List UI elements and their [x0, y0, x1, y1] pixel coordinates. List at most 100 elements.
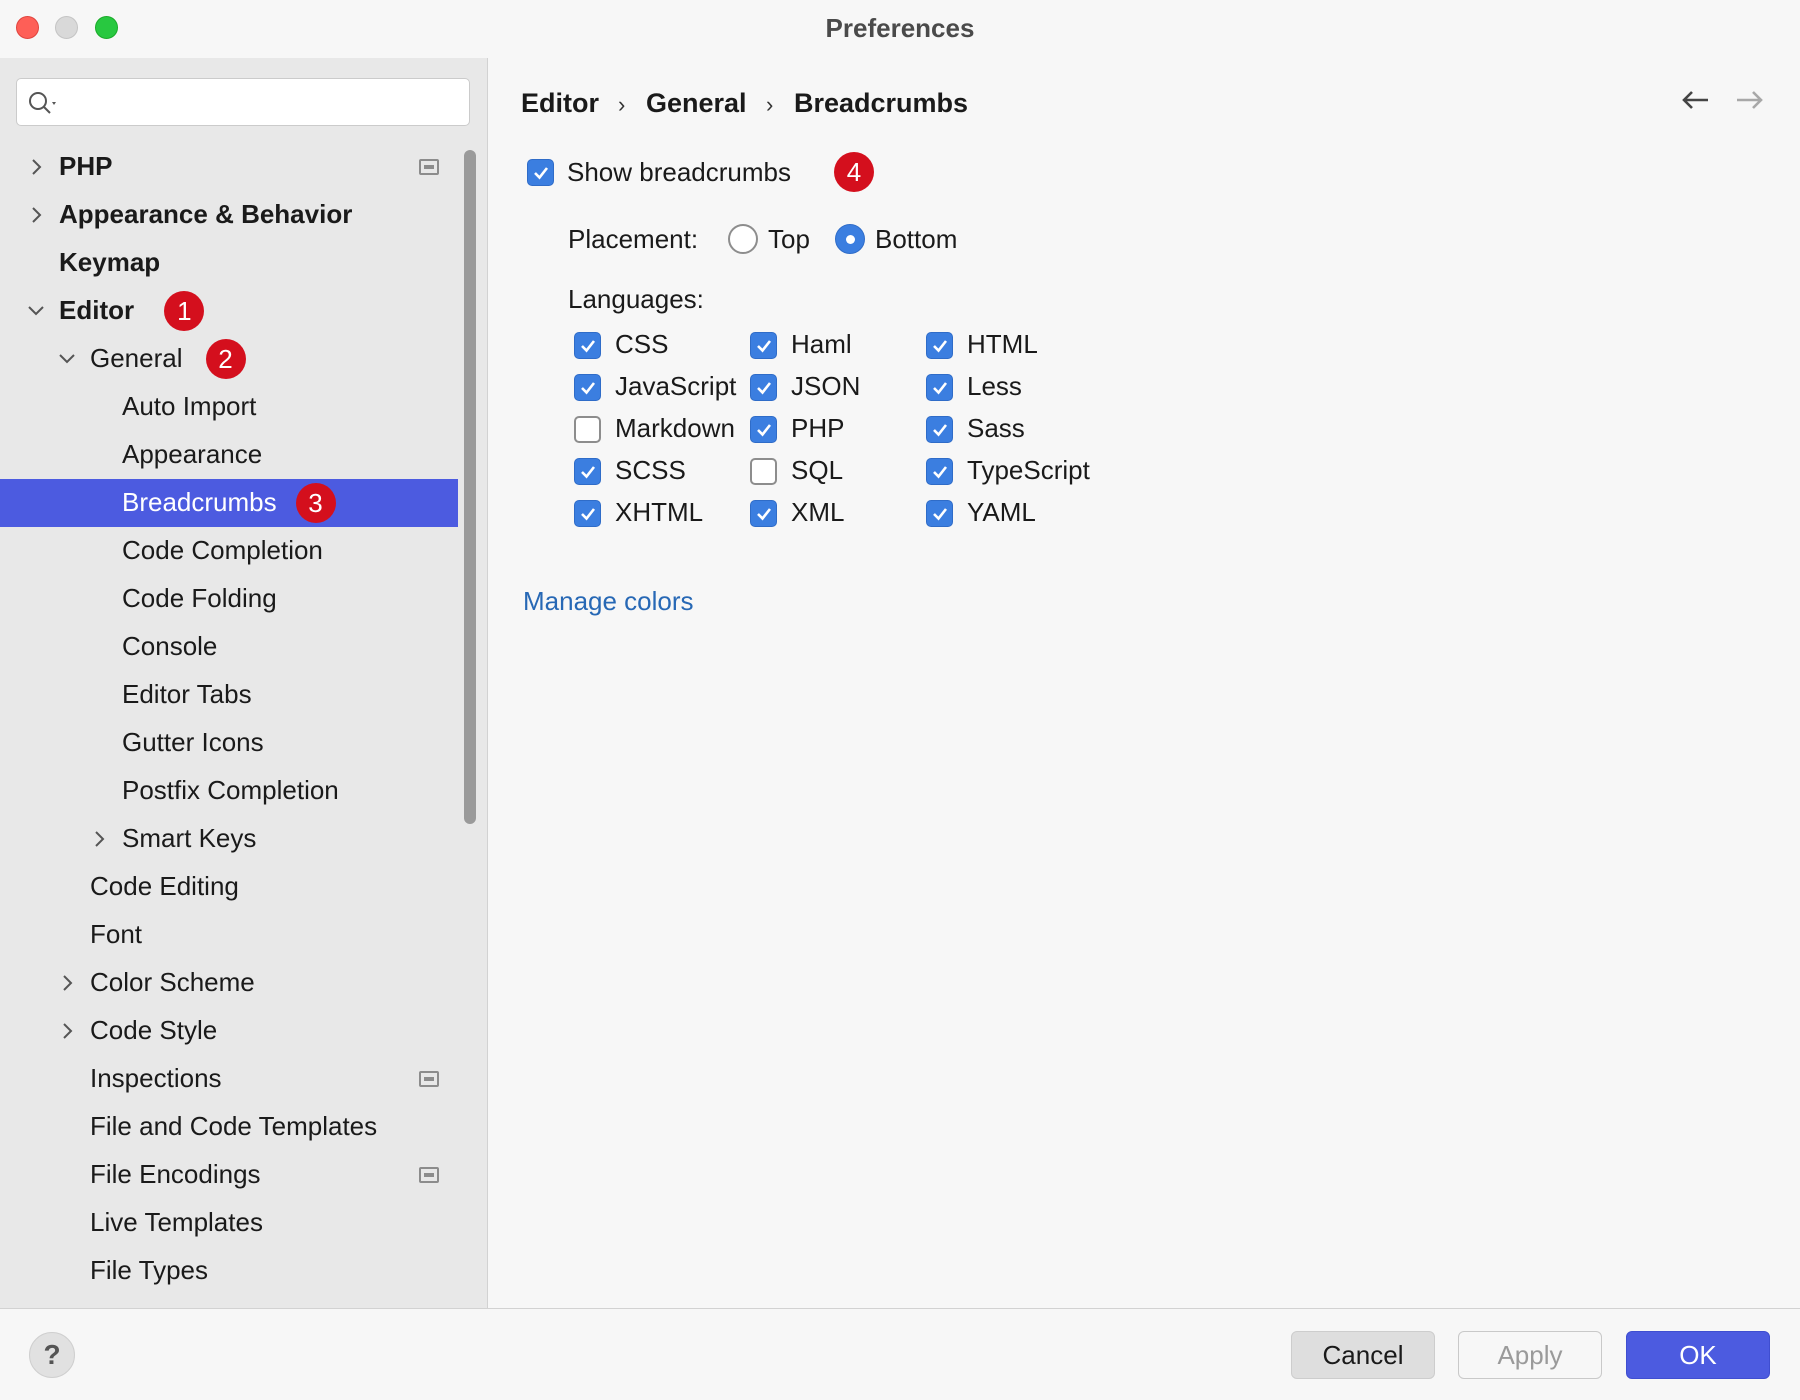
language-checkbox-php[interactable]	[750, 416, 777, 443]
checkbox[interactable]	[527, 159, 554, 186]
back-arrow-icon[interactable]	[1680, 88, 1710, 112]
sidebar-item-code-style[interactable]: Code Style	[0, 1007, 458, 1055]
language-label[interactable]: JSON	[791, 371, 860, 402]
breadcrumb-item-breadcrumbs[interactable]: Breadcrumbs	[794, 88, 968, 119]
language-label[interactable]: JavaScript	[615, 371, 736, 402]
checkmark-icon	[757, 382, 772, 395]
sidebar-item-code-editing[interactable]: Code Editing	[0, 863, 458, 911]
chevron-right-icon[interactable]	[56, 971, 78, 995]
cancel-button[interactable]: Cancel	[1291, 1331, 1435, 1379]
sidebar-item-font[interactable]: Font	[0, 911, 458, 959]
apply-button[interactable]: Apply	[1458, 1331, 1602, 1379]
breadcrumb-item-editor[interactable]: Editor	[521, 88, 599, 119]
sidebar-item-file-encodings[interactable]: File Encodings	[0, 1151, 458, 1199]
chevron-right-icon[interactable]	[25, 203, 47, 227]
settings-panel: Editor › General › Breadcrumbs Show breadcru…	[489, 58, 1800, 1308]
checkmark-icon	[933, 508, 948, 521]
breadcrumb-separator: ›	[766, 92, 774, 117]
language-checkbox-markdown[interactable]	[574, 416, 601, 443]
checkmark-icon	[757, 508, 772, 521]
show-breadcrumbs-label[interactable]: Show breadcrumbs	[567, 157, 791, 188]
sidebar-item-file-and-code-templates[interactable]: File and Code Templates	[0, 1103, 458, 1151]
sidebar-item-php[interactable]: PHP	[0, 143, 458, 191]
language-label[interactable]: Haml	[791, 329, 852, 360]
language-label[interactable]: Less	[967, 371, 1022, 402]
sidebar-item-live-templates[interactable]: Live Templates	[0, 1199, 458, 1247]
language-checkbox-haml[interactable]	[750, 332, 777, 359]
placement-radio-top[interactable]	[728, 224, 758, 254]
language-checkbox-scss[interactable]	[574, 458, 601, 485]
sidebar-scrollbar[interactable]	[464, 150, 476, 824]
placement-option-label[interactable]: Bottom	[875, 224, 957, 255]
project-scope-icon	[419, 1167, 439, 1183]
sidebar-item-label: Breadcrumbs	[122, 487, 277, 517]
language-label[interactable]: XML	[791, 497, 844, 528]
language-checkbox-yaml[interactable]	[926, 500, 953, 527]
chevron-down-icon[interactable]	[56, 347, 78, 371]
language-label[interactable]: Markdown	[615, 413, 735, 444]
language-checkbox-xhtml[interactable]	[574, 500, 601, 527]
project-scope-icon	[419, 159, 439, 175]
sidebar-item-code-folding[interactable]: Code Folding	[0, 575, 458, 623]
checkmark-icon	[581, 340, 596, 353]
forward-arrow-icon[interactable]	[1735, 88, 1765, 112]
language-checkbox-javascript[interactable]	[574, 374, 601, 401]
placement-label: Placement:	[568, 224, 699, 254]
placement-radio-bottom[interactable]	[835, 224, 865, 254]
language-label[interactable]: Sass	[967, 413, 1025, 444]
breadcrumb-item-general[interactable]: General	[646, 88, 747, 119]
step-badge: 4	[834, 152, 874, 192]
language-checkbox-sass[interactable]	[926, 416, 953, 443]
sidebar-item-label: File Types	[90, 1255, 209, 1285]
chevron-right-icon[interactable]	[88, 827, 110, 851]
language-label[interactable]: PHP	[791, 413, 844, 444]
sidebar-item-label: Editor Tabs	[122, 679, 252, 709]
language-label[interactable]: HTML	[967, 329, 1038, 360]
sidebar-item-general[interactable]: General 2	[0, 335, 458, 383]
language-label[interactable]: YAML	[967, 497, 1036, 528]
checkmark-icon	[581, 382, 596, 395]
chevron-right-icon[interactable]	[56, 1019, 78, 1043]
language-checkbox-less[interactable]	[926, 374, 953, 401]
language-checkbox-sql[interactable]	[750, 458, 777, 485]
language-label[interactable]: SQL	[791, 455, 843, 486]
sidebar-item-inspections[interactable]: Inspections	[0, 1055, 458, 1103]
checkmark-icon	[933, 382, 948, 395]
placement-option-label[interactable]: Top	[768, 224, 810, 255]
sidebar-item-appearance-behavior[interactable]: Appearance & Behavior	[0, 191, 458, 239]
sidebar-item-code-completion[interactable]: Code Completion	[0, 527, 458, 575]
chevron-down-icon[interactable]	[25, 299, 47, 323]
sidebar-item-label: Console	[122, 631, 218, 661]
language-checkbox-typescript[interactable]	[926, 458, 953, 485]
sidebar-item-editor[interactable]: Editor 1	[0, 287, 458, 335]
language-label[interactable]: SCSS	[615, 455, 686, 486]
sidebar-item-auto-import[interactable]: Auto Import	[0, 383, 458, 431]
language-label[interactable]: TypeScript	[967, 455, 1090, 486]
language-label[interactable]: CSS	[615, 329, 668, 360]
sidebar-item-color-scheme[interactable]: Color Scheme	[0, 959, 458, 1007]
help-icon[interactable]: ?	[29, 1332, 75, 1378]
sidebar-item-label: Postfix Completion	[122, 775, 339, 805]
chevron-right-icon[interactable]	[25, 155, 47, 179]
sidebar-item-label: Auto Import	[122, 391, 257, 421]
sidebar-item-appearance[interactable]: Appearance	[0, 431, 458, 479]
sidebar-item-editor-tabs[interactable]: Editor Tabs	[0, 671, 458, 719]
ok-button[interactable]: OK	[1626, 1331, 1770, 1379]
search-input[interactable]	[16, 78, 470, 126]
sidebar-item-gutter-icons[interactable]: Gutter Icons	[0, 719, 458, 767]
sidebar-item-keymap[interactable]: Keymap	[0, 239, 458, 287]
checkmark-icon	[933, 466, 948, 479]
sidebar-item-postfix-completion[interactable]: Postfix Completion	[0, 767, 458, 815]
sidebar-item-label: General	[90, 343, 183, 373]
sidebar-item-file-types[interactable]: File Types	[0, 1247, 458, 1295]
language-checkbox-xml[interactable]	[750, 500, 777, 527]
language-label[interactable]: XHTML	[615, 497, 703, 528]
sidebar-item-breadcrumbs[interactable]: Breadcrumbs 3	[0, 479, 458, 527]
language-checkbox-html[interactable]	[926, 332, 953, 359]
step-badge: 2	[205, 339, 246, 379]
sidebar-item-smart-keys[interactable]: Smart Keys	[0, 815, 458, 863]
language-checkbox-json[interactable]	[750, 374, 777, 401]
manage-colors-link[interactable]: Manage colors	[523, 586, 694, 617]
sidebar-item-console[interactable]: Console	[0, 623, 458, 671]
language-checkbox-css[interactable]	[574, 332, 601, 359]
